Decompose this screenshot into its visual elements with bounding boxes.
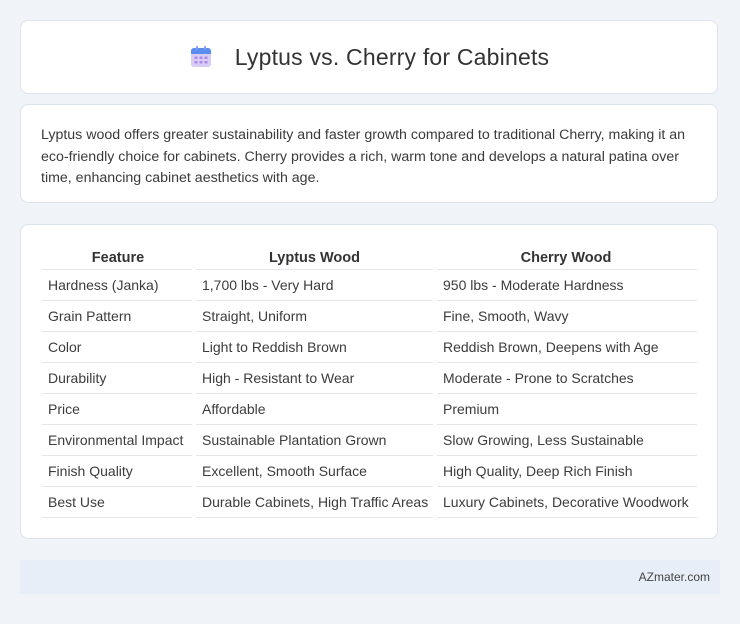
cherry-cell: 950 lbs - Moderate Hardness (435, 269, 697, 301)
header-feature: Feature (42, 247, 194, 270)
cherry-cell: Moderate - Prone to Scratches (435, 362, 697, 394)
table-row: Durability High - Resistant to Wear Mode… (42, 362, 697, 394)
title-card: Lyptus vs. Cherry for Cabinets (20, 20, 718, 94)
table-row: Best Use Durable Cabinets, High Traffic … (42, 486, 697, 518)
table-row: Environmental Impact Sustainable Plantat… (42, 424, 697, 456)
feature-cell: Grain Pattern (42, 300, 196, 332)
lyptus-cell: Sustainable Plantation Grown (194, 424, 437, 456)
table-header-row: Feature Lyptus Wood Cherry Wood (42, 247, 697, 270)
comparison-table: Feature Lyptus Wood Cherry Wood Hardness… (42, 247, 697, 518)
feature-cell: Color (42, 331, 196, 363)
lyptus-cell: 1,700 lbs - Very Hard (194, 269, 437, 301)
header-lyptus-wood: Lyptus Wood (194, 247, 435, 270)
lyptus-cell: Excellent, Smooth Surface (194, 455, 437, 487)
table-row: Grain Pattern Straight, Uniform Fine, Sm… (42, 300, 697, 332)
cherry-cell: Luxury Cabinets, Decorative Woodwork (435, 486, 697, 518)
cherry-cell: Premium (435, 393, 697, 425)
lyptus-cell: High - Resistant to Wear (194, 362, 437, 394)
page-title: Lyptus vs. Cherry for Cabinets (234, 43, 550, 70)
footer-brand: AZmater.com (638, 570, 710, 584)
cherry-cell: Slow Growing, Less Sustainable (435, 424, 697, 456)
description-card: Lyptus wood offers greater sustainabilit… (20, 104, 718, 203)
cherry-cell: Fine, Smooth, Wavy (435, 300, 697, 332)
table-row: Price Affordable Premium (42, 393, 697, 425)
calendar-icon (189, 45, 213, 69)
lyptus-cell: Light to Reddish Brown (194, 331, 437, 363)
lyptus-cell: Straight, Uniform (194, 300, 437, 332)
feature-cell: Hardness (Janka) (42, 269, 196, 301)
feature-cell: Price (42, 393, 196, 425)
table-row: Hardness (Janka) 1,700 lbs - Very Hard 9… (42, 269, 697, 301)
comparison-table-card: Feature Lyptus Wood Cherry Wood Hardness… (20, 224, 718, 539)
footer-bar: AZmater.com (20, 560, 720, 594)
feature-cell: Finish Quality (42, 455, 196, 487)
lyptus-cell: Durable Cabinets, High Traffic Areas (194, 486, 437, 518)
feature-cell: Durability (42, 362, 196, 394)
table-row: Color Light to Reddish Brown Reddish Bro… (42, 331, 697, 363)
cherry-cell: High Quality, Deep Rich Finish (435, 455, 697, 487)
header-cherry-wood: Cherry Wood (435, 247, 697, 270)
feature-cell: Best Use (42, 486, 196, 518)
lyptus-cell: Affordable (194, 393, 437, 425)
table-row: Finish Quality Excellent, Smooth Surface… (42, 455, 697, 487)
cherry-cell: Reddish Brown, Deepens with Age (435, 331, 697, 363)
feature-cell: Environmental Impact (42, 424, 196, 456)
description-text: Lyptus wood offers greater sustainabilit… (41, 127, 686, 186)
